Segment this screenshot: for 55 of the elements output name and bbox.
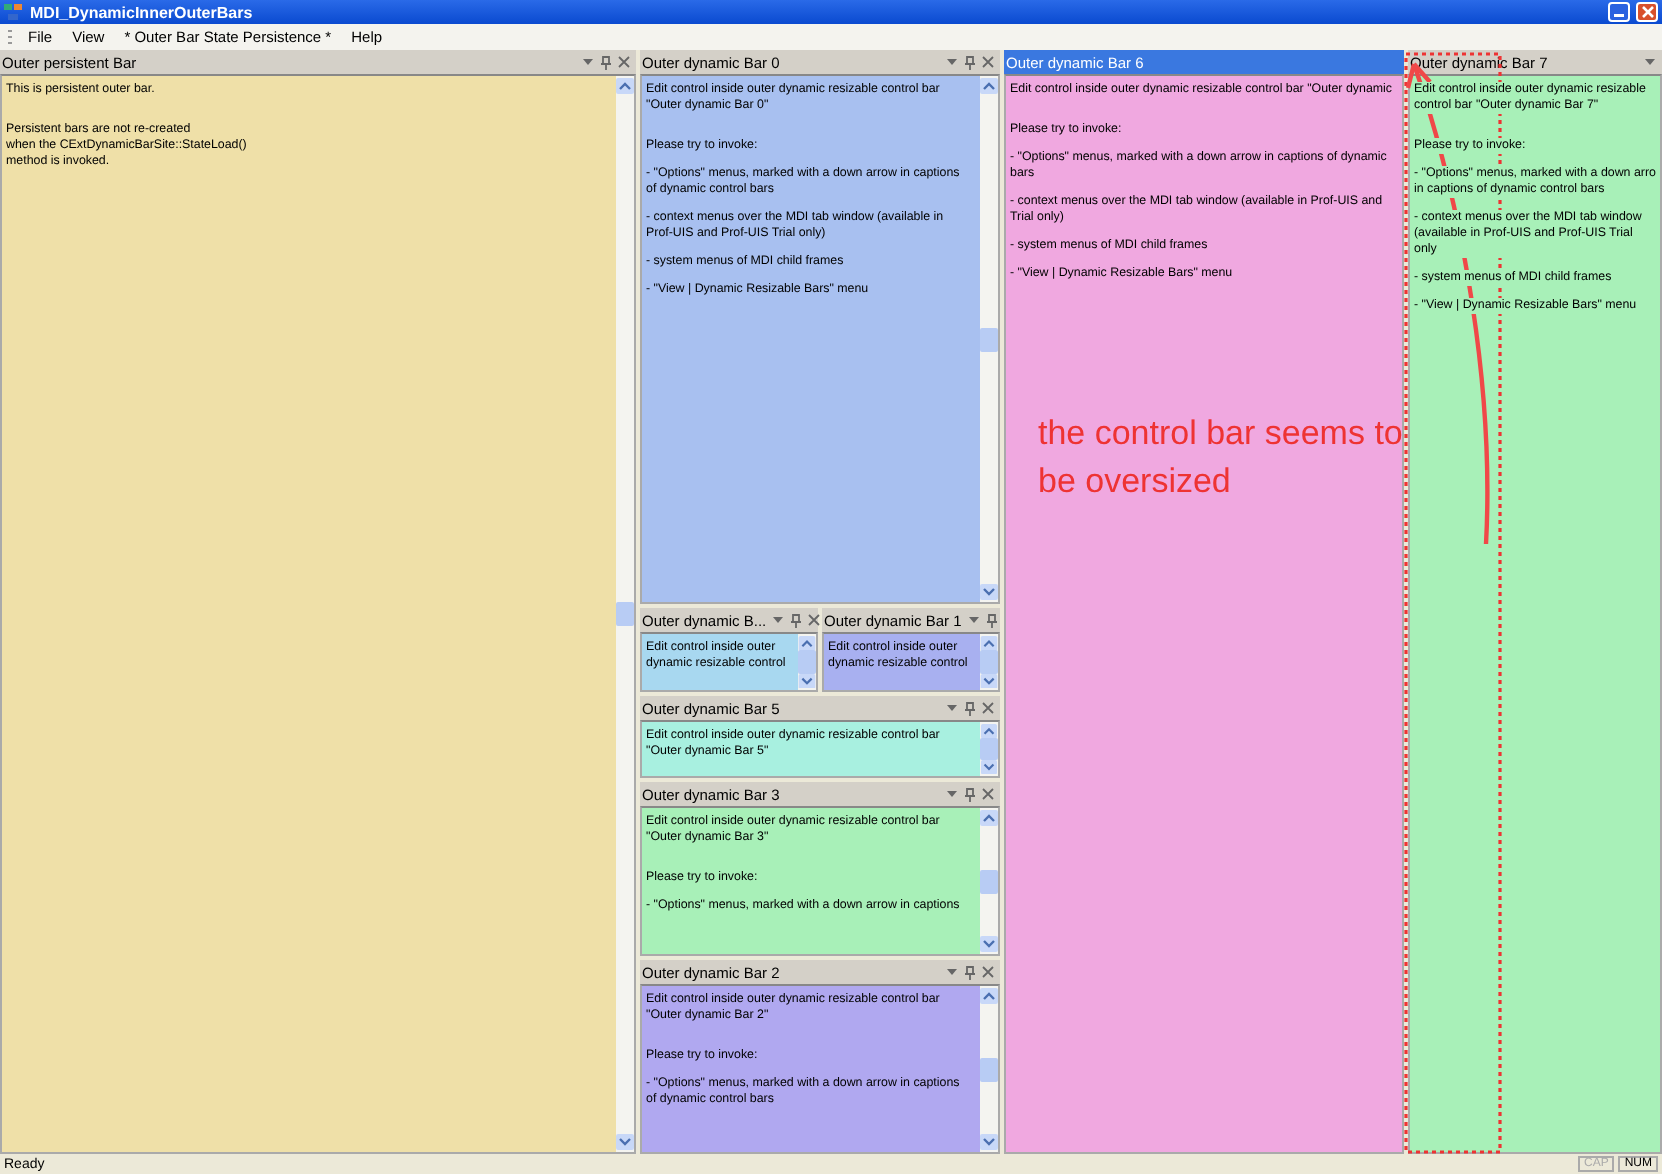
close-icon[interactable] (982, 966, 994, 978)
app-icon (4, 2, 24, 22)
scroll-thumb[interactable] (616, 602, 634, 626)
scroll-down-icon[interactable] (616, 1134, 634, 1150)
dropdown-arrow-icon[interactable] (1644, 56, 1656, 68)
vertical-scrollbar[interactable] (798, 634, 816, 690)
vertical-scrollbar[interactable] (980, 76, 998, 602)
dropdown-arrow-icon[interactable] (946, 966, 958, 978)
dropdown-arrow-icon[interactable] (772, 614, 785, 626)
scroll-down-icon[interactable] (980, 936, 998, 952)
dropdown-arrow-icon[interactable] (946, 56, 958, 68)
pin-icon[interactable] (790, 613, 803, 627)
scroll-up-icon[interactable] (980, 724, 998, 739)
scroll-thumb[interactable] (980, 1057, 998, 1081)
vertical-scrollbar[interactable] (980, 986, 998, 1152)
vertical-scrollbar[interactable] (980, 808, 998, 954)
edit-area[interactable] (640, 74, 1000, 604)
scroll-thumb[interactable] (980, 738, 998, 760)
scroll-up-icon[interactable] (798, 636, 816, 651)
edit-area[interactable] (1408, 74, 1662, 1154)
vertical-scrollbar[interactable] (980, 722, 998, 776)
close-button[interactable] (1636, 2, 1658, 22)
dropdown-arrow-icon[interactable] (582, 56, 594, 68)
window-title: MDI_DynamicInnerOuterBars (30, 3, 253, 21)
close-icon[interactable] (982, 56, 994, 68)
pin-icon[interactable] (964, 787, 976, 801)
scroll-up-icon[interactable] (980, 810, 998, 826)
pin-icon[interactable] (985, 613, 998, 627)
pin-icon[interactable] (964, 965, 976, 979)
scroll-thumb[interactable] (980, 650, 998, 674)
pin-icon[interactable] (964, 55, 976, 69)
scroll-down-icon[interactable] (980, 759, 998, 774)
dropdown-arrow-icon[interactable] (967, 614, 980, 626)
scroll-down-icon[interactable] (980, 1134, 998, 1150)
close-icon (1641, 6, 1653, 18)
scroll-thumb[interactable] (798, 650, 816, 674)
vertical-scrollbar[interactable] (980, 634, 998, 690)
scroll-up-icon[interactable] (980, 78, 998, 94)
scroll-up-icon[interactable] (980, 988, 998, 1004)
annotation-text: the control bar seems to be oversized (1038, 412, 1403, 504)
close-icon[interactable] (982, 702, 994, 714)
pin-icon[interactable] (964, 701, 976, 715)
scroll-thumb[interactable] (980, 869, 998, 893)
scroll-up-icon[interactable] (616, 78, 634, 94)
scroll-down-icon[interactable] (980, 584, 998, 600)
vertical-scrollbar[interactable] (616, 76, 634, 1152)
dropdown-arrow-icon[interactable] (946, 788, 958, 800)
scroll-thumb[interactable] (980, 327, 998, 351)
pin-icon[interactable] (600, 55, 612, 69)
close-icon[interactable] (618, 56, 630, 68)
close-icon[interactable] (808, 614, 821, 626)
scroll-up-icon[interactable] (980, 636, 998, 651)
minimize-button[interactable] (1608, 2, 1630, 22)
close-icon[interactable] (982, 788, 994, 800)
dropdown-arrow-icon[interactable] (946, 702, 958, 714)
